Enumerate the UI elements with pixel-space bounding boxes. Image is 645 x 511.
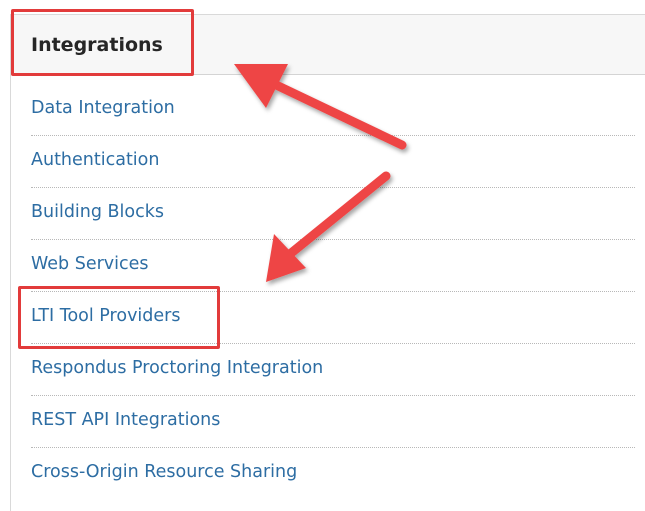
building-blocks-link[interactable]: Building Blocks — [31, 202, 164, 222]
list-item-rest-api-integrations: REST API Integrations — [31, 395, 635, 448]
rest-api-integrations-link[interactable]: REST API Integrations — [31, 410, 220, 430]
lti-tool-providers-highlight-box — [18, 286, 220, 349]
authentication-link[interactable]: Authentication — [31, 150, 159, 170]
integrations-panel: Integrations Data Integration Authentica… — [10, 14, 645, 511]
data-integration-link[interactable]: Data Integration — [31, 98, 175, 118]
list-item-authentication: Authentication — [31, 135, 635, 188]
list-item-data-integration: Data Integration — [31, 83, 635, 136]
list-item-respondus-proctoring: Respondus Proctoring Integration — [31, 343, 635, 396]
respondus-proctoring-link[interactable]: Respondus Proctoring Integration — [31, 358, 323, 378]
list-item-web-services: Web Services — [31, 239, 635, 292]
integrations-highlight-box — [11, 9, 194, 76]
page: Integrations Data Integration Authentica… — [0, 0, 645, 511]
cross-origin-resource-sharing-link[interactable]: Cross-Origin Resource Sharing — [31, 462, 297, 482]
list-item-cross-origin-resource-sharing: Cross-Origin Resource Sharing — [31, 447, 635, 499]
list-item-building-blocks: Building Blocks — [31, 187, 635, 240]
web-services-link[interactable]: Web Services — [31, 254, 149, 274]
